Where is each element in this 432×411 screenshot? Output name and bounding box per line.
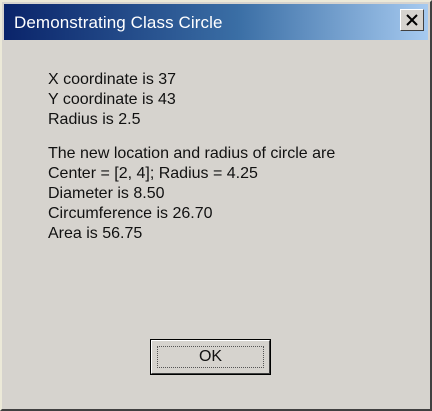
new-location-heading: The new location and radius of circle ar… (48, 145, 336, 162)
window-title: Demonstrating Class Circle (14, 13, 223, 32)
area-text: Area is 56.75 (48, 225, 143, 242)
y-coordinate-text: Y coordinate is 43 (48, 91, 176, 108)
message-dialog: Demonstrating Class Circle X coordinate … (0, 0, 432, 411)
radius-text: Radius is 2.5 (48, 111, 141, 128)
message-body: X coordinate is 37 Y coordinate is 43 Ra… (48, 70, 335, 244)
diameter-text: Diameter is 8.50 (48, 185, 165, 202)
circumference-text: Circumference is 26.70 (48, 205, 213, 222)
center-radius-text: Center = [2, 4]; Radius = 4.25 (48, 165, 258, 182)
title-bar[interactable]: Demonstrating Class Circle (4, 4, 428, 40)
ok-button[interactable]: OK (151, 340, 270, 374)
focus-rectangle (157, 346, 264, 368)
close-button[interactable] (400, 9, 424, 31)
x-coordinate-text: X coordinate is 37 (48, 71, 177, 88)
close-icon (406, 14, 418, 26)
